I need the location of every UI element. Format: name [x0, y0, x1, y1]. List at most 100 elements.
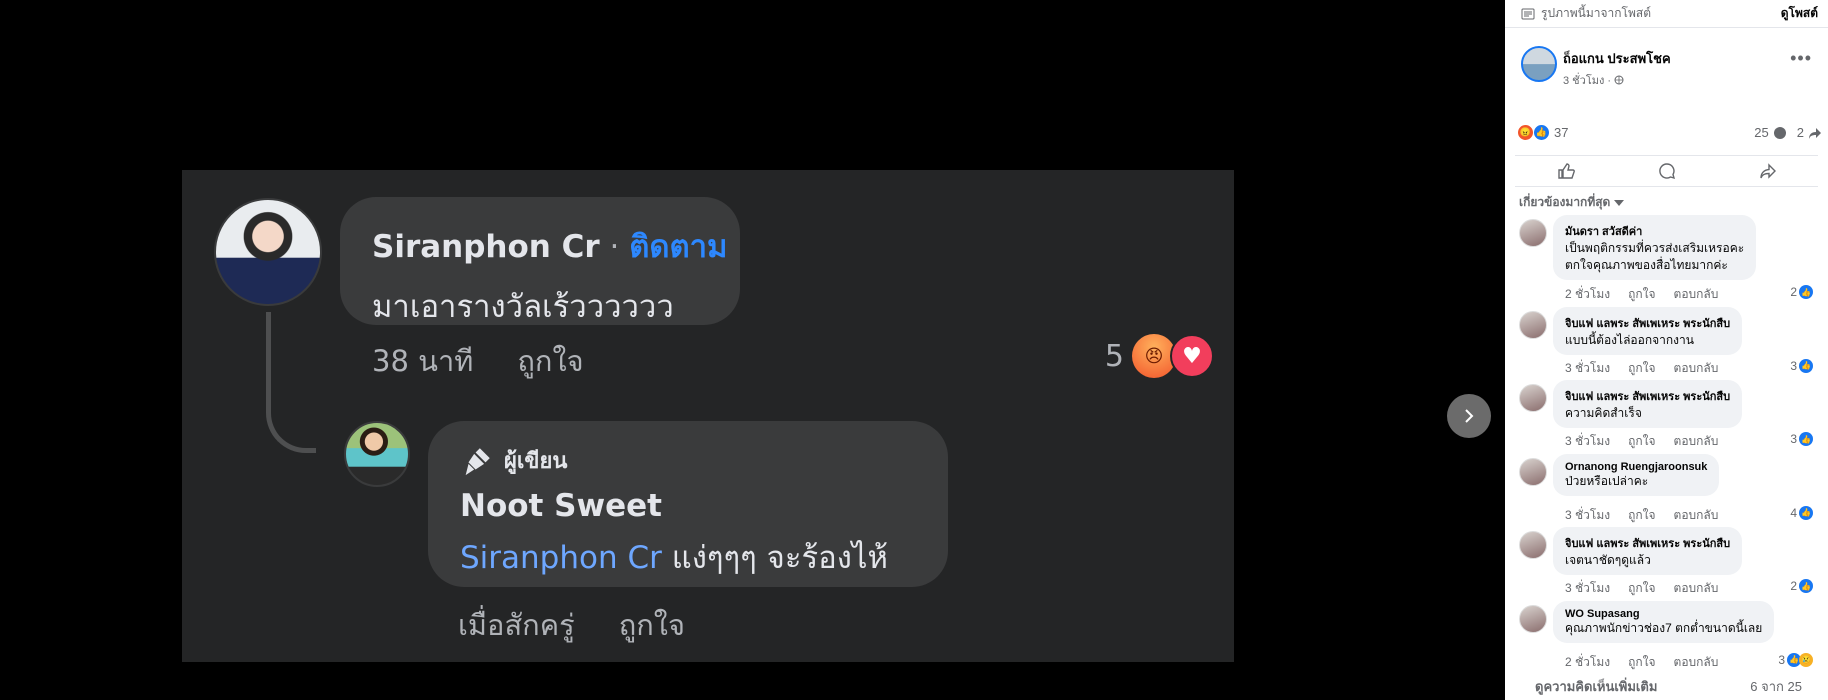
comment-meta: 2 ชั่วโมง ถูกใจ ตอบกลับ	[1565, 285, 1718, 304]
photo-viewer: Siranphon Cr · ติดตาม มาเอารางวัลเร้วววว…	[0, 0, 1505, 700]
chevron-right-icon	[1465, 409, 1474, 423]
comment-bubble: จิบแฟ แลพระ สัพเพเหระ พระนักสืบ เจตนาชัด…	[1553, 527, 1743, 575]
reply-link[interactable]: ตอบกลับ	[1674, 506, 1719, 525]
reactions-count: 37	[1554, 125, 1569, 140]
comment-author[interactable]: Ornanong Ruengjaroonsuk	[1565, 461, 1707, 473]
comment-bubble: มันดรา สวัสดีค่า เป็นพฤติกรรมที่ควรส่งเส…	[1553, 215, 1757, 280]
commenter-avatar	[214, 198, 322, 306]
reaction-count: 5	[1104, 338, 1124, 374]
comment-author[interactable]: จิบแฟ แลพระ สัพเพเหระ พระนักสืบ	[1565, 534, 1730, 552]
avatar[interactable]	[1519, 604, 1547, 633]
reply-like-label: ถูกใจ	[618, 608, 685, 642]
reply-author-name: Noot Sweet	[460, 488, 662, 524]
like-button[interactable]	[1550, 158, 1582, 184]
post-sidebar: รูปภาพนี้มาจากโพสต์ ดูโพสต์ ถ็อแกน ประสพ…	[1505, 0, 1828, 700]
comment-author[interactable]: มันดรา สวัสดีค่า	[1565, 222, 1744, 240]
comment-icon	[1658, 163, 1675, 180]
like-count: 3	[1790, 432, 1797, 446]
comment-author[interactable]: จิบแฟ แลพระ สัพเพเหระ พระนักสืบ	[1565, 314, 1730, 332]
post-author-avatar[interactable]	[1521, 46, 1557, 82]
like-link[interactable]: ถูกใจ	[1628, 653, 1655, 672]
comment-text: ตกใจคุณภาพของสื่อไทยมากค่ะ	[1565, 258, 1728, 272]
comments-page-count: 6 จาก 25	[1750, 679, 1802, 694]
avatar[interactable]	[1519, 531, 1547, 559]
post-header: ถ็อแกน ประสพโชค 3 ชั่วโมง ·	[1505, 28, 1828, 88]
comment-bubble: จิบแฟ แลพระ สัพเพเหระ พระนักสืบ ความคิดส…	[1553, 380, 1743, 428]
comment-likes[interactable]: 3 👍 😢	[1778, 652, 1813, 667]
comment-text: เป็นพฤติกรรมที่ควรส่งเสริมเหรอคะ	[1565, 241, 1745, 255]
comment-time[interactable]: 3 ชั่วโมง	[1565, 432, 1610, 451]
like-link[interactable]: ถูกใจ	[1628, 579, 1655, 598]
comment-time[interactable]: 2 ชั่วโมง	[1565, 285, 1610, 304]
like-reaction-icon: 👍	[1799, 579, 1813, 593]
list-item: จิบแฟ แลพระ สัพเพเหระ พระนักสืบ เจตนาชัด…	[1519, 527, 1828, 601]
list-item: จิบแฟ แลพระ สัพเพเหระ พระนักสืบ แบบนี้ต้…	[1519, 306, 1828, 381]
reply-link[interactable]: ตอบกลับ	[1674, 359, 1719, 378]
comment-likes[interactable]: 2 👍	[1790, 579, 1813, 593]
like-link[interactable]: ถูกใจ	[1628, 285, 1655, 304]
like-reaction-icon: 👍	[1799, 432, 1813, 446]
post-time[interactable]: 3 ชั่วโมง ·	[1563, 71, 1611, 89]
comments-count[interactable]: 25	[1754, 125, 1768, 140]
avatar[interactable]	[1519, 310, 1547, 339]
reply-time: เมื่อสักครู่	[458, 608, 575, 642]
comment-time[interactable]: 3 ชั่วโมง	[1565, 506, 1610, 525]
comment-text: ความคิดสำเร็จ	[1565, 406, 1642, 420]
globe-icon	[1614, 75, 1624, 85]
reply-bubble: ผู้เขียน Noot Sweet Siranphon Cr แง่ๆๆๆ …	[428, 421, 948, 587]
avatar[interactable]	[1519, 384, 1547, 412]
comment-likes[interactable]: 3 👍	[1790, 358, 1813, 373]
comment-text: ป่วยหรือเปล่าคะ	[1565, 473, 1649, 488]
thumbs-up-icon	[1557, 163, 1575, 179]
comment-meta: 3 ชั่วโมง ถูกใจ ตอบกลับ	[1565, 579, 1718, 598]
post-author-name[interactable]: ถ็อแกน ประสพโชค	[1563, 48, 1671, 69]
follow-link: ติดตาม	[629, 229, 728, 265]
author-badge: ผู้เขียน	[460, 443, 916, 478]
view-post-link[interactable]: ดูโพสต์	[1781, 4, 1818, 23]
comment-meta: 3 ชั่วโมง ถูกใจ ตอบกลับ	[1565, 506, 1718, 525]
reply-mention: Siranphon Cr	[460, 540, 662, 576]
like-reaction-icon: 👍	[1799, 505, 1813, 520]
microphone-icon	[465, 447, 490, 475]
shares-count[interactable]: 2	[1797, 125, 1804, 140]
share-icon	[1759, 163, 1776, 179]
comment-bubble: จิบแฟ แลพระ สัพเพเหระ พระนักสืบ แบบนี้ต้…	[1553, 306, 1743, 355]
comment-author[interactable]: จิบแฟ แลพระ สัพเพเหระ พระนักสืบ	[1565, 387, 1730, 405]
comment-bubble: WO Supasang คุณภาพนักข่าวช่อง7 ตกต่ำขนาด…	[1553, 600, 1775, 643]
like-link[interactable]: ถูกใจ	[1628, 359, 1655, 378]
comment-sort-dropdown[interactable]: เกี่ยวข้องมากที่สุด	[1519, 193, 1625, 212]
comment-likes[interactable]: 2 👍	[1790, 285, 1813, 299]
share-button[interactable]	[1752, 158, 1784, 184]
more-options-icon[interactable]: •••	[1790, 48, 1812, 69]
like-reaction-icon: 👍	[1799, 358, 1813, 373]
comment-button[interactable]	[1651, 158, 1683, 184]
like-link[interactable]: ถูกใจ	[1628, 432, 1655, 451]
like-link[interactable]: ถูกใจ	[1628, 506, 1655, 525]
comment-likes[interactable]: 3 👍	[1790, 432, 1813, 446]
angry-reaction-icon: 😠	[1517, 124, 1534, 141]
comment-meta: 3 ชั่วโมง ถูกใจ ตอบกลับ	[1565, 359, 1718, 378]
next-photo-button[interactable]	[1447, 394, 1491, 438]
reply-link[interactable]: ตอบกลับ	[1674, 579, 1719, 598]
sidebar-header: รูปภาพนี้มาจากโพสต์ ดูโพสต์	[1505, 0, 1828, 28]
comment-text: เจตนาชัดๆดูแล้ว	[1565, 553, 1651, 567]
reply-link[interactable]: ตอบกลับ	[1674, 432, 1719, 451]
comment-time: 38 นาที	[372, 344, 474, 378]
comment-reactions: 5 😠 ♥	[1105, 334, 1214, 378]
reply-avatar	[344, 421, 410, 487]
comment-time[interactable]: 3 ชั่วโมง	[1565, 579, 1610, 598]
comment-time[interactable]: 3 ชั่วโมง	[1565, 359, 1610, 378]
list-item: มันดรา สวัสดีค่า เป็นพฤติกรรมที่ควรส่งเส…	[1519, 215, 1828, 301]
photo-image: Siranphon Cr · ติดตาม มาเอารางวัลเร้วววว…	[182, 170, 1234, 662]
reply-link[interactable]: ตอบกลับ	[1674, 653, 1719, 672]
avatar[interactable]	[1519, 457, 1547, 486]
view-more-comments-link[interactable]: ดูความคิดเห็นเพิ่มเติม	[1535, 676, 1657, 697]
post-actions	[1515, 155, 1818, 187]
comment-author[interactable]: WO Supasang	[1565, 608, 1762, 620]
sad-reaction-icon: 😢	[1799, 652, 1813, 667]
comment-likes[interactable]: 4 👍	[1790, 505, 1813, 520]
reply-link[interactable]: ตอบกลับ	[1674, 285, 1719, 304]
comment-meta: 3 ชั่วโมง ถูกใจ ตอบกลับ	[1565, 432, 1718, 451]
comment-time[interactable]: 2 ชั่วโมง	[1565, 653, 1610, 672]
avatar[interactable]	[1519, 219, 1547, 247]
